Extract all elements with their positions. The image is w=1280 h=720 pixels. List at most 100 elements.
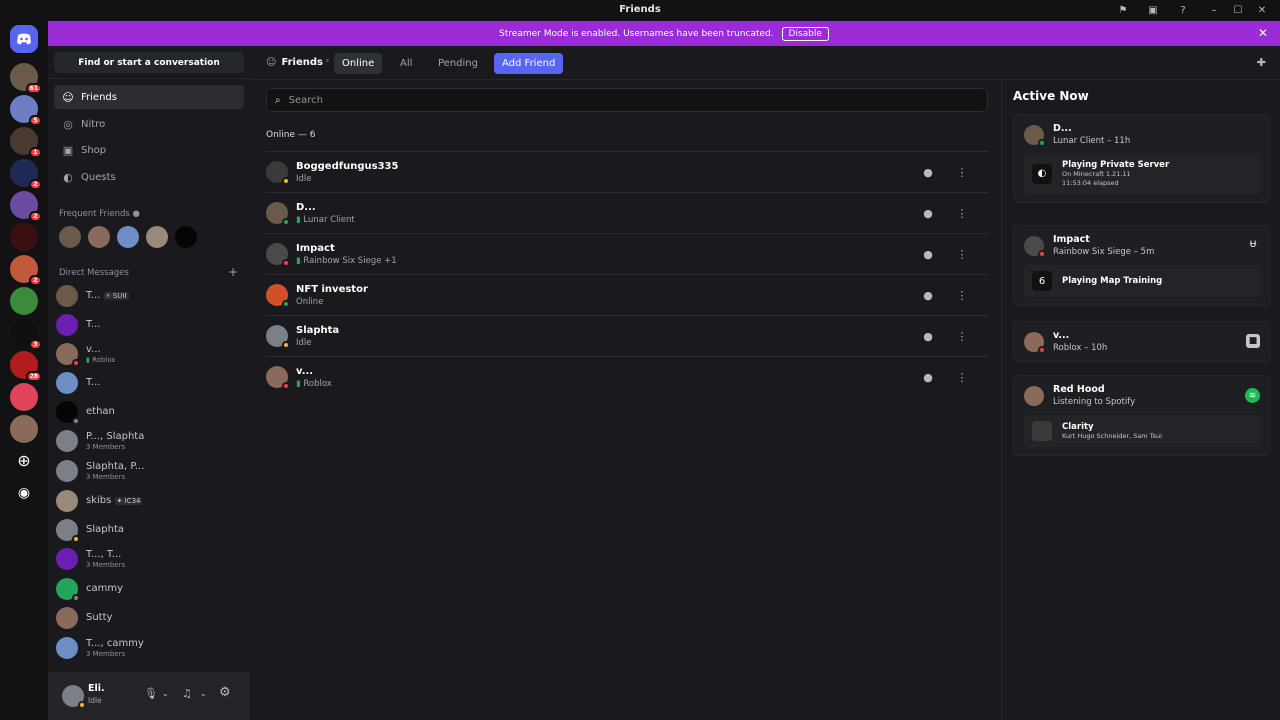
direct-messages-heading: Direct Messages [59, 268, 129, 278]
server-icon[interactable]: 1 [10, 127, 42, 158]
nav-nitro[interactable]: ◎ Nitro [54, 112, 244, 136]
server-icon[interactable] [10, 223, 38, 251]
server-icon[interactable]: 2 [10, 191, 42, 222]
server-icon[interactable]: 61 [10, 63, 42, 94]
avatar[interactable] [175, 226, 197, 248]
nav-shop[interactable]: ▣ Shop [54, 138, 244, 162]
home-button[interactable] [10, 25, 38, 53]
avatar[interactable] [146, 226, 168, 248]
dm-item[interactable]: ethan [56, 398, 244, 426]
tab-all[interactable]: All [392, 53, 420, 74]
avatar[interactable] [88, 226, 110, 248]
avatar [266, 366, 290, 390]
server-icon[interactable]: 3 [10, 319, 42, 350]
screen-icon[interactable]: ▣ [1146, 3, 1160, 17]
new-group-dm-icon[interactable]: ✚ [1257, 56, 1266, 69]
info-icon[interactable]: ● [133, 209, 140, 219]
dm-item[interactable]: T... [56, 311, 244, 339]
friend-row[interactable]: Boggedfungus335 Idle ● ⋮ [266, 151, 988, 192]
streamer-mode-banner: Streamer Mode is enabled. Usernames have… [48, 21, 1280, 46]
chevron-down-icon[interactable]: ⌄ [162, 689, 169, 698]
more-options-icon[interactable]: ⋮ [952, 285, 972, 305]
message-icon[interactable]: ● [918, 162, 938, 182]
microphone-icon[interactable]: 🎙︎ [144, 687, 158, 700]
shop-icon: ▣ [62, 143, 74, 157]
people-icon: ☺ [62, 90, 74, 104]
friend-row[interactable]: v... ▮ Roblox ● ⋮ [266, 356, 988, 397]
find-conversation-button[interactable]: Find or start a conversation [54, 52, 244, 73]
server-icon[interactable] [10, 415, 38, 443]
dm-item[interactable]: skibs ✦ IC34 [56, 487, 244, 515]
friends-panel: ⌕ Search Online — 6 Boggedfungus335 Idle … [250, 80, 1001, 720]
search-input[interactable]: ⌕ Search [266, 88, 988, 112]
more-options-icon[interactable]: ⋮ [952, 367, 972, 387]
friend-row[interactable]: Impact ▮ Rainbow Six Siege +1 ● ⋮ [266, 233, 988, 274]
more-options-icon[interactable]: ⋮ [952, 203, 972, 223]
nav-quests[interactable]: ◐ Quests [54, 165, 244, 189]
add-server-icon[interactable]: ⊕ [10, 447, 38, 475]
dm-item[interactable]: T..., T... 3 Members [56, 545, 244, 573]
activity-card[interactable]: v... Roblox – 10h ■ [1013, 321, 1271, 362]
gear-icon[interactable]: ⚙ [219, 685, 231, 700]
chevron-down-icon[interactable]: ⌄ [200, 689, 207, 698]
headphones-icon[interactable]: ♫ [182, 687, 192, 700]
activity-card[interactable]: D... Lunar Client – 11h ◐ Playing Private… [1013, 114, 1271, 203]
dm-item[interactable]: Slaphta [56, 516, 244, 544]
divider [326, 59, 329, 62]
activity-detail: ◐ Playing Private Server On Minecraft 1.… [1024, 154, 1260, 194]
friend-row[interactable]: D... ▮ Lunar Client ● ⋮ [266, 192, 988, 233]
dm-item[interactable]: cammy [56, 575, 244, 603]
more-options-icon[interactable]: ⋮ [952, 326, 972, 346]
friend-row[interactable]: NFT investor Online ● ⋮ [266, 274, 988, 315]
avatar [56, 460, 78, 482]
server-icon[interactable] [10, 383, 38, 411]
avatar[interactable] [62, 685, 86, 709]
avatar[interactable] [117, 226, 139, 248]
friend-row[interactable]: Slaphta Idle ● ⋮ [266, 315, 988, 356]
dm-item[interactable]: P..., Slaphta 3 Members [56, 427, 244, 455]
server-icon[interactable]: 5 [10, 95, 42, 126]
dm-item[interactable]: Sutty [56, 604, 244, 632]
dm-item[interactable]: T..., cammy 3 Members [56, 634, 244, 662]
spotify-icon: ≋ [1245, 388, 1260, 403]
dm-item[interactable]: T... ⚡ SUII [56, 282, 244, 310]
message-icon[interactable]: ● [918, 326, 938, 346]
avatar [1024, 385, 1044, 406]
dm-item[interactable]: v... ▮ Roblox [56, 340, 244, 368]
add-friend-button[interactable]: Add Friend [494, 53, 564, 74]
avatar [56, 578, 80, 602]
create-dm-icon[interactable]: + [228, 265, 238, 279]
frequent-friends [59, 226, 197, 248]
maximize-button[interactable]: ☐ [1226, 2, 1250, 19]
dm-item[interactable]: Slaphta, P... 3 Members [56, 457, 244, 485]
activity-card[interactable]: Red Hood Listening to Spotify ≋ Clarity K… [1013, 375, 1271, 456]
close-window-button[interactable]: ✕ [1250, 2, 1274, 19]
inbox-icon[interactable]: ⚑ [1116, 3, 1130, 17]
avatar[interactable] [59, 226, 81, 248]
discover-icon[interactable]: ◉ [10, 479, 38, 507]
close-icon[interactable]: ✕ [1258, 26, 1268, 40]
message-icon[interactable]: ● [918, 244, 938, 264]
avatar [56, 607, 78, 629]
lunar-client-icon: ◐ [1032, 163, 1052, 184]
game-icon: ▮ [296, 378, 301, 389]
nav-friends[interactable]: ☺ Friends [54, 85, 244, 109]
more-options-icon[interactable]: ⋮ [952, 244, 972, 264]
server-icon[interactable]: 2 [10, 255, 42, 286]
more-options-icon[interactable]: ⋮ [952, 162, 972, 182]
server-icon[interactable]: 28 [10, 351, 42, 382]
activity-card[interactable]: Impact Rainbow Six Siege – 5m Ʉ 6 Playing… [1013, 225, 1271, 306]
friends-header: ☺ Friends Online All Pending Add Friend ✚ [250, 46, 1280, 80]
message-icon[interactable]: ● [918, 367, 938, 387]
disable-button[interactable]: Disable [781, 26, 829, 41]
minimize-button[interactable]: – [1202, 2, 1226, 19]
server-icon[interactable] [10, 287, 38, 315]
username: Eli. [88, 683, 105, 694]
tab-pending[interactable]: Pending [430, 53, 486, 74]
message-icon[interactable]: ● [918, 203, 938, 223]
server-icon[interactable]: 2 [10, 159, 42, 190]
message-icon[interactable]: ● [918, 285, 938, 305]
tab-online[interactable]: Online [334, 53, 383, 74]
help-icon[interactable]: ? [1176, 3, 1190, 17]
dm-item[interactable]: T... [56, 369, 244, 397]
